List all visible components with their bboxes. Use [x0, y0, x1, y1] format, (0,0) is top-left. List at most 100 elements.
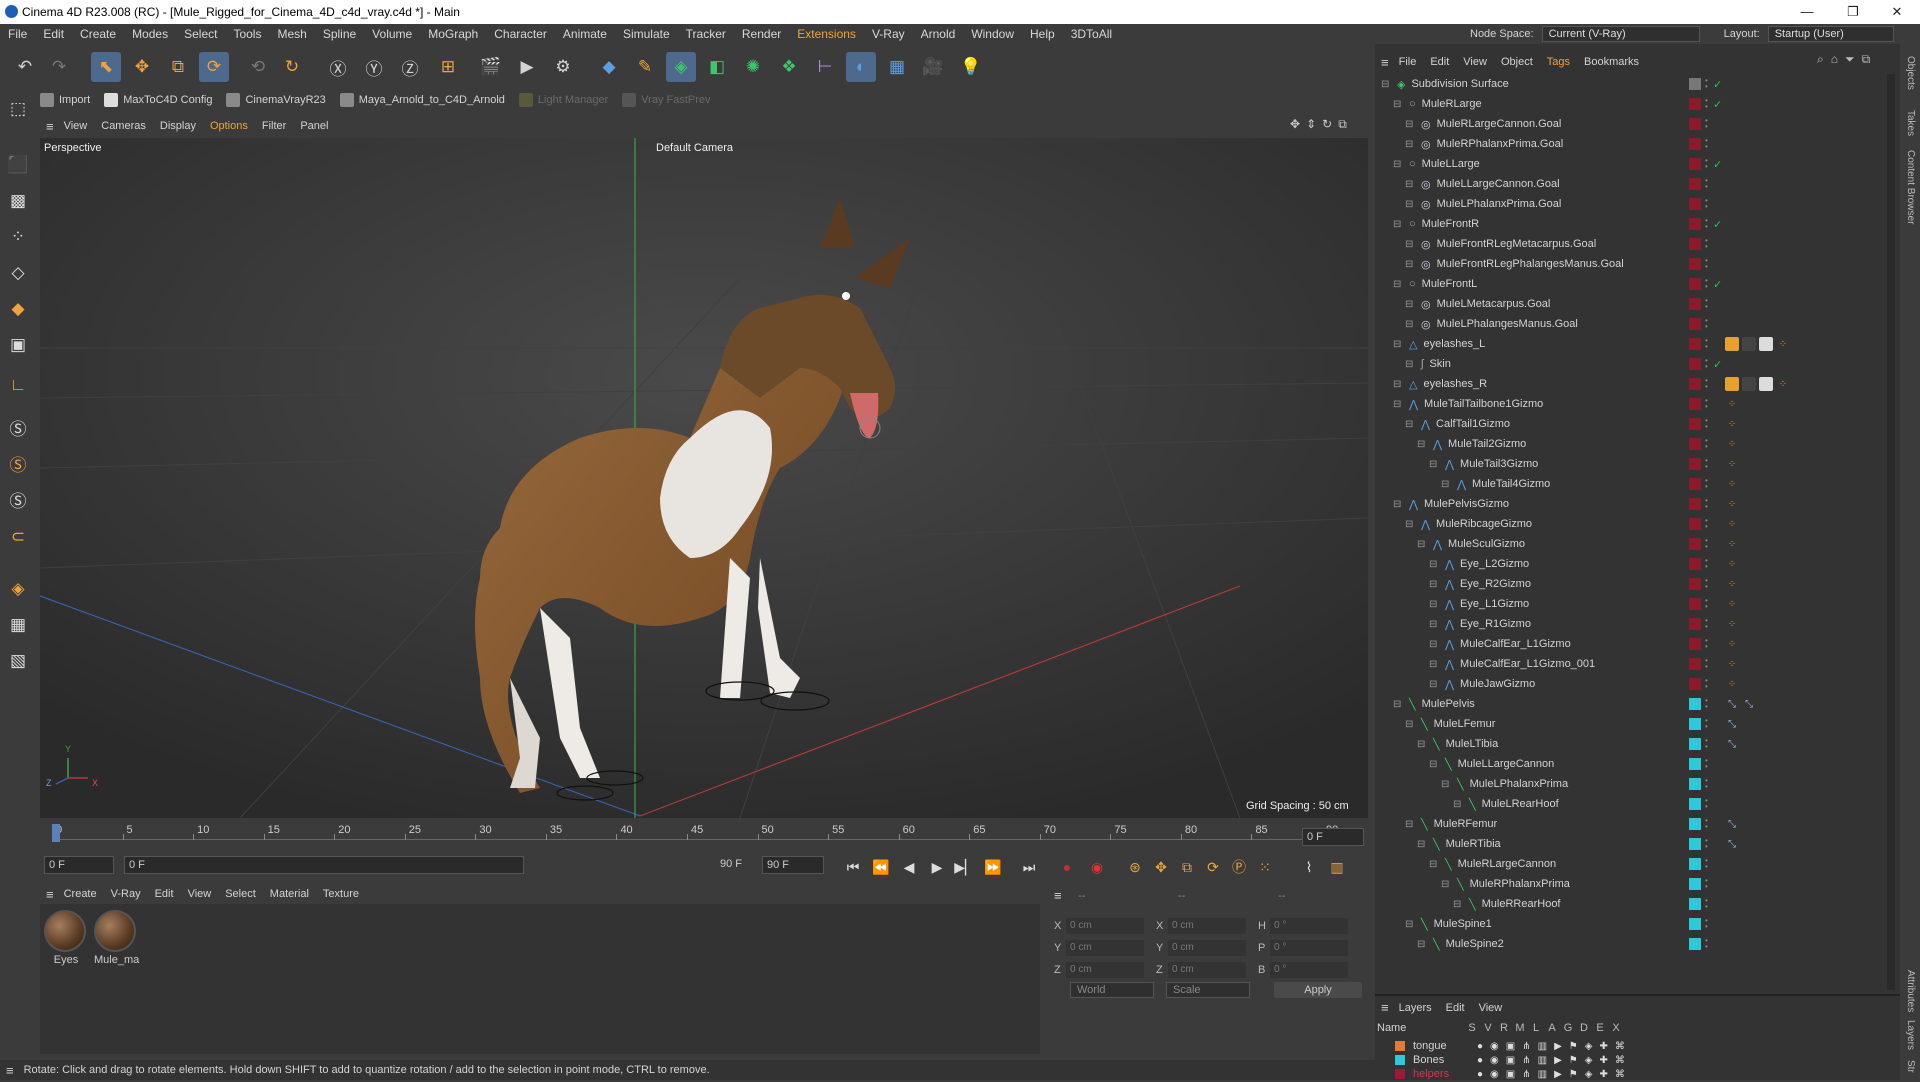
layer-toggle-icon[interactable]: ◈ — [1585, 1041, 1593, 1052]
expand-toggle-icon[interactable]: ⊟ — [1441, 879, 1449, 890]
coord-rotation-field[interactable]: 0 ° — [1270, 940, 1348, 956]
layer-toggle-icon[interactable]: ▶ — [1554, 1055, 1562, 1066]
layer-toggle-icon[interactable]: ✚ — [1599, 1069, 1607, 1080]
side-tab-attributes[interactable]: Attributes — [1905, 970, 1916, 1012]
move-icon[interactable]: ✥ — [127, 52, 157, 82]
material-tag-icon[interactable] — [1759, 337, 1773, 351]
layer-color-swatch[interactable] — [1689, 858, 1701, 870]
layer-toggle-icon[interactable]: ⌘ — [1615, 1069, 1625, 1080]
expand-toggle-icon[interactable]: ⊟ — [1393, 379, 1401, 390]
object-row[interactable]: ⊟ ○ MuleFrontL • • ✓ — [1375, 274, 1885, 294]
enabled-check-icon[interactable]: ✓ — [1713, 78, 1722, 91]
layer-color-swatch[interactable] — [1689, 198, 1701, 210]
layer-color-swatch[interactable] — [1689, 438, 1701, 450]
render-view-icon[interactable]: 🎬 — [476, 52, 506, 82]
key-rotation-icon[interactable]: ⟳ — [1202, 856, 1224, 878]
visibility-dots[interactable]: • • — [1705, 917, 1708, 931]
expand-toggle-icon[interactable]: ⊟ — [1429, 459, 1437, 470]
start-frame-field[interactable]: 0 F — [44, 856, 114, 874]
expand-toggle-icon[interactable]: ⊟ — [1393, 339, 1401, 350]
object-row[interactable]: ⊟ ╲ MuleLTibia • • ⤡ — [1375, 734, 1885, 754]
tag-dot-icon[interactable]: ⁘ — [1725, 397, 1739, 411]
object-row[interactable]: ⊟ ◎ MuleLPhalanxPrima.Goal • • — [1375, 194, 1885, 214]
scale-icon[interactable]: ⧉ — [163, 52, 193, 82]
object-row[interactable]: ⊟ ʃ Skin • • ✓ — [1375, 354, 1885, 374]
layer-color-swatch[interactable] — [1689, 638, 1701, 650]
object-row[interactable]: ⊟ ╲ MuleRPhalanxPrima • • — [1375, 874, 1885, 894]
expand-toggle-icon[interactable]: ⊟ — [1405, 359, 1413, 370]
layer-toggle-icon[interactable]: ◈ — [1585, 1055, 1593, 1066]
visibility-dots[interactable]: • • — [1705, 257, 1708, 271]
expand-toggle-icon[interactable]: ⊟ — [1417, 439, 1425, 450]
object-row[interactable]: ⊟ ╲ MuleLLargeCannon • • — [1375, 754, 1885, 774]
coordinate-system-icon[interactable]: ⊞ — [433, 52, 463, 82]
object-row[interactable]: ⊟ ⋀ Eye_R1Gizmo • • ⁘ — [1375, 614, 1885, 634]
material-swatch[interactable]: Eyes — [44, 910, 88, 966]
expand-toggle-icon[interactable]: ⊟ — [1429, 559, 1437, 570]
visibility-dots[interactable]: • • — [1705, 277, 1708, 291]
menu-simulate[interactable]: Simulate — [615, 27, 678, 41]
range-start-field[interactable]: 0 F — [124, 856, 524, 874]
make-editable-icon[interactable]: ⬚ — [3, 94, 33, 124]
home-icon[interactable]: ⌂ — [1831, 52, 1838, 67]
layer-color-swatch[interactable] — [1689, 218, 1701, 230]
enabled-check-icon[interactable]: ✓ — [1713, 278, 1722, 291]
visibility-dots[interactable]: • • — [1705, 797, 1708, 811]
expand-toggle-icon[interactable]: ⊟ — [1417, 839, 1425, 850]
coord-size-field[interactable]: 0 cm — [1168, 962, 1246, 978]
current-frame-field[interactable]: 0 F — [1302, 828, 1364, 846]
visibility-dots[interactable]: • • — [1705, 457, 1708, 471]
recent-tool-icon[interactable]: ⟲ — [243, 52, 273, 82]
object-row[interactable]: ⊟ ╲ MuleRRearHoof • • — [1375, 894, 1885, 914]
layer-color-swatch[interactable] — [1689, 358, 1701, 370]
expand-toggle-icon[interactable]: ⊟ — [1405, 919, 1413, 930]
menu-edit[interactable]: Edit — [35, 27, 72, 41]
layer-color-swatch[interactable] — [1689, 778, 1701, 790]
layer-toggle-icon[interactable]: ● — [1477, 1041, 1483, 1052]
expand-toggle-icon[interactable]: ⊟ — [1429, 639, 1437, 650]
layer-toggle-icon[interactable]: ⚑ — [1569, 1041, 1578, 1052]
material-menu-view[interactable]: View — [188, 888, 212, 900]
object-row[interactable]: ⊟ △ eyelashes_L • • ⁘ — [1375, 334, 1885, 354]
object-menu-tags[interactable]: Tags — [1547, 56, 1570, 68]
expand-toggle-icon[interactable]: ⊟ — [1441, 479, 1449, 490]
visibility-dots[interactable]: • • — [1705, 877, 1708, 891]
material-menu-select[interactable]: Select — [225, 888, 256, 900]
layer-color-swatch[interactable] — [1689, 478, 1701, 490]
previous-frame-icon[interactable]: ◀ — [898, 856, 920, 878]
object-row[interactable]: ⊟ ╲ MuleRTibia • • ⤡ — [1375, 834, 1885, 854]
visibility-dots[interactable]: • • — [1705, 777, 1708, 791]
visibility-dots[interactable]: • • — [1705, 897, 1708, 911]
magnet-icon[interactable]: ⊂ — [3, 522, 33, 552]
ik-tag-icon[interactable]: ⤡ — [1742, 697, 1756, 711]
visibility-dots[interactable]: • • — [1705, 557, 1708, 571]
menu-help[interactable]: Help — [1022, 27, 1063, 41]
visibility-dots[interactable]: • • — [1705, 317, 1708, 331]
layer-color-swatch[interactable] — [1689, 838, 1701, 850]
filter-icon[interactable]: ⏷ — [1845, 52, 1855, 67]
coord-rotation-field[interactable]: 0 ° — [1270, 962, 1348, 978]
layer-color-swatch[interactable] — [1689, 98, 1701, 110]
object-row[interactable]: ⊟ ⋀ MuleTail4Gizmo • • ⁘ — [1375, 474, 1885, 494]
visibility-dots[interactable]: • • — [1705, 117, 1708, 131]
menu-extensions[interactable]: Extensions — [789, 27, 864, 41]
tag-dot-icon[interactable]: ⁘ — [1725, 437, 1739, 451]
object-row[interactable]: ⊟ ⋀ MuleJawGizmo • • ⁘ — [1375, 674, 1885, 694]
layer-name[interactable]: Bones — [1413, 1054, 1477, 1066]
layer-color-swatch[interactable] — [1689, 738, 1701, 750]
layer-color-swatch[interactable] — [1689, 118, 1701, 130]
layer-color-swatch[interactable] — [1395, 1055, 1405, 1065]
expand-toggle-icon[interactable]: ⊟ — [1393, 219, 1401, 230]
layer-toggle-icon[interactable]: ▥ — [1538, 1041, 1547, 1052]
close-button[interactable]: ✕ — [1874, 0, 1920, 24]
expand-toggle-icon[interactable]: ⊟ — [1429, 599, 1437, 610]
timeline-playhead[interactable] — [52, 824, 60, 842]
layer-color-swatch[interactable] — [1689, 578, 1701, 590]
expand-toggle-icon[interactable]: ⊟ — [1429, 579, 1437, 590]
apply-button[interactable]: Apply — [1274, 982, 1362, 998]
enabled-check-icon[interactable]: ✓ — [1713, 98, 1722, 111]
visibility-dots[interactable]: • • — [1705, 97, 1708, 111]
object-row[interactable]: ⊟ ⋀ MuleRibcageGizmo • • ⁘ — [1375, 514, 1885, 534]
axis-mode-icon[interactable]: ∟ — [3, 370, 33, 400]
coord-size-field[interactable]: 0 cm — [1168, 918, 1246, 934]
